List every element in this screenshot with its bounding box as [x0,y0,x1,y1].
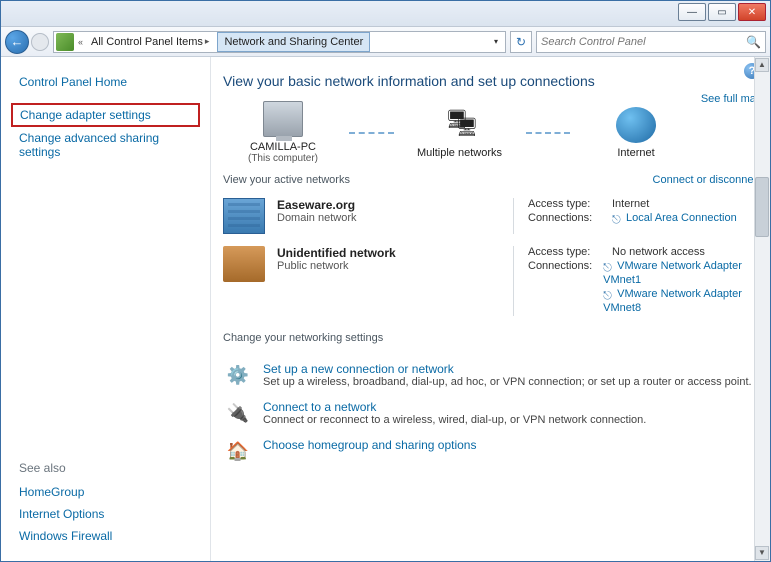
task-link[interactable]: Connect to a network [263,400,646,414]
search-input[interactable] [541,36,746,48]
scroll-thumb[interactable] [755,177,769,237]
change-settings-header: Change your networking settings [223,332,762,344]
access-value: Internet [612,198,649,210]
map-connector-icon [349,132,394,134]
nav-buttons: ← [5,29,49,55]
connection-link[interactable]: VMware Network Adapter VMnet1 [603,260,742,286]
page-title: View your basic network information and … [223,73,762,89]
task-item: ⚙️ Set up a new connection or network Se… [223,356,762,394]
breadcrumb-current-label: Network and Sharing Center [224,36,363,48]
scroll-down-button[interactable]: ▼ [755,546,769,560]
network-type: Domain network [277,212,356,224]
tasks: ⚙️ Set up a new connection or network Se… [223,356,762,470]
see-full-map-link[interactable]: See full map [701,93,762,105]
sidebar: Control Panel Home Change adapter settin… [1,57,211,561]
task-desc: Connect or reconnect to a wireless, wire… [263,414,646,426]
map-internet: Internet [576,107,696,159]
active-networks-label: View your active networks [223,174,350,186]
window: — ▭ ✕ ← « All Control Panel Items▸ Netwo… [0,0,771,562]
public-network-icon [223,246,265,282]
network-map: See full map CAMILLA-PC (This computer) … [223,101,762,164]
connect-disconnect-link[interactable]: Connect or disconnect [653,174,762,186]
map-connector-icon [526,132,571,134]
adapter-icon: ⎋ [603,262,615,274]
new-connection-icon: ⚙️ [223,362,253,388]
connect-network-icon: 🔌 [223,400,253,426]
network-block: Unidentified network Public network Acce… [223,240,762,322]
network-name: Easeware.org [277,198,356,212]
breadcrumb-parent-label: All Control Panel Items [91,36,203,48]
task-desc: Set up a wireless, broadband, dial-up, a… [263,376,752,388]
access-label: Access type: [528,246,604,258]
control-panel-icon [56,33,74,51]
see-also-label: See also [11,457,200,481]
map-computer-sub: (This computer) [223,153,343,164]
homegroup-icon: 🏠 [223,438,253,464]
window-controls: — ▭ ✕ [678,3,766,21]
forward-button[interactable] [31,33,49,51]
sidebar-windows-firewall[interactable]: Windows Firewall [11,525,200,547]
maximize-button[interactable]: ▭ [708,3,736,21]
chevron-icon: « [76,37,85,47]
body: Control Panel Home Change adapter settin… [1,57,770,561]
chevron-right-icon: ▸ [203,36,212,47]
networks-icon [440,107,480,143]
close-button[interactable]: ✕ [738,3,766,21]
connections-label: Connections: [528,260,595,286]
task-item: 🔌 Connect to a network Connect or reconn… [223,394,762,432]
connection-link[interactable]: Local Area Connection [626,212,737,224]
connections-label: Connections: [528,212,604,226]
sidebar-home[interactable]: Control Panel Home [11,71,200,93]
sidebar-change-advanced[interactable]: Change advanced sharing settings [11,127,200,163]
access-value: No network access [612,246,705,258]
connection-link[interactable]: VMware Network Adapter VMnet8 [603,288,742,314]
sidebar-change-adapter[interactable]: Change adapter settings [11,103,200,127]
breadcrumb-dropdown[interactable]: ▾ [487,37,505,46]
content: ? View your basic network information an… [211,57,770,561]
map-computer: CAMILLA-PC (This computer) [223,101,343,164]
sidebar-internet-options[interactable]: Internet Options [11,503,200,525]
change-settings-label: Change your networking settings [223,332,383,344]
scrollbar[interactable]: ▲ ▼ [754,57,770,561]
scroll-up-button[interactable]: ▲ [755,58,769,72]
task-item: 🏠 Choose homegroup and sharing options [223,432,762,470]
breadcrumb[interactable]: « All Control Panel Items▸ Network and S… [53,31,506,53]
network-block: Easeware.org Domain network Access type:… [223,192,762,240]
back-button[interactable]: ← [5,30,29,54]
adapter-icon: ⎋ [603,290,615,302]
active-networks-header: View your active networks Connect or dis… [223,174,762,186]
computer-icon [263,101,303,137]
access-label: Access type: [528,198,604,210]
map-internet-label: Internet [576,147,696,159]
breadcrumb-parent[interactable]: All Control Panel Items▸ [85,32,217,52]
task-link[interactable]: Set up a new connection or network [263,362,752,376]
adapter-icon: ⎋ [612,214,624,226]
map-middle-label: Multiple networks [400,147,520,159]
minimize-button[interactable]: — [678,3,706,21]
network-type: Public network [277,260,396,272]
domain-network-icon [223,198,265,234]
search-box[interactable]: 🔍 [536,31,766,53]
globe-icon [616,107,656,143]
search-icon: 🔍 [746,35,761,49]
map-middle: Multiple networks [400,107,520,159]
titlebar: — ▭ ✕ [1,1,770,27]
network-name: Unidentified network [277,246,396,260]
navbar: ← « All Control Panel Items▸ Network and… [1,27,770,57]
sidebar-homegroup[interactable]: HomeGroup [11,481,200,503]
refresh-button[interactable]: ↻ [510,31,532,53]
breadcrumb-current[interactable]: Network and Sharing Center [217,32,370,52]
map-computer-name: CAMILLA-PC [223,141,343,153]
task-link[interactable]: Choose homegroup and sharing options [263,438,476,452]
